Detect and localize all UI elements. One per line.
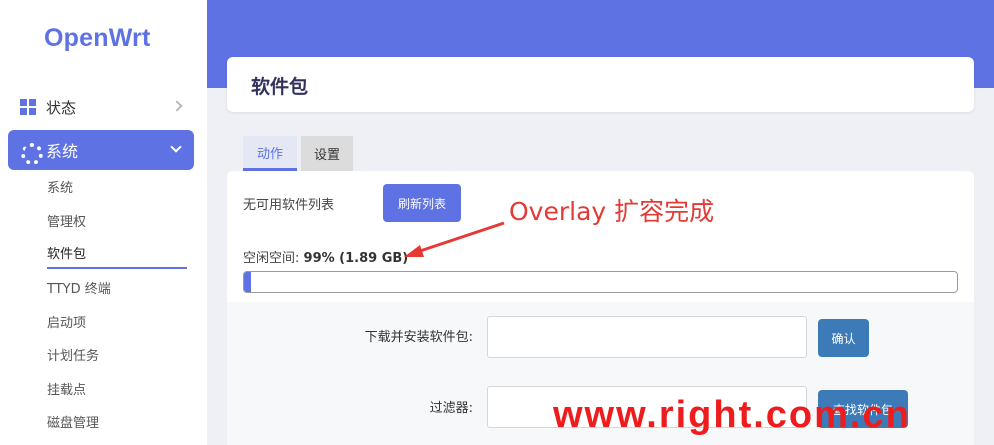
gear-icon [20,142,43,165]
chevron-down-icon [170,141,182,153]
menu-item-system-label: 系统 [46,142,79,161]
menu-item-status-label: 状态 [46,98,77,117]
free-space-text: 空闲空间: 99% (1.89 GB) [243,247,408,266]
submenu-item-startup[interactable]: 启动项 [47,304,187,338]
sidebar: OpenWrt 状态 系统 系统 管理权 软件包 TTYD 终端 启动项 计划任… [0,0,207,445]
system-submenu: 系统 管理权 软件包 TTYD 终端 启动项 计划任务 挂载点 磁盘管理 [47,170,187,439]
chevron-right-icon [171,100,183,112]
disk-usage-bar [243,271,958,293]
dashboard-icon [20,99,36,115]
install-package-label: 下载并安装软件包: [364,330,473,345]
no-package-list-text: 无可用软件列表 [243,198,335,213]
page-title-card: 软件包 [227,57,974,112]
annotation-arrow-icon [404,221,505,257]
menu-item-system[interactable]: 系统 [8,130,194,170]
submenu-item-mountpoints[interactable]: 挂载点 [47,372,187,406]
tab-settings[interactable]: 设置 [301,136,353,171]
page-title: 软件包 [251,76,309,98]
openwrt-logo[interactable]: OpenWrt [44,24,151,53]
free-space-label: 空闲空间: [243,251,300,266]
menu-item-status[interactable]: 状态 [0,90,207,124]
submenu-item-system[interactable]: 系统 [47,170,187,204]
disk-usage-fill [244,272,252,292]
install-package-input[interactable] [487,316,807,358]
watermark-text: www.right.com.cn [553,394,911,436]
annotation-text: Overlay 扩容完成 [509,197,715,226]
tab-actions[interactable]: 动作 [243,136,297,171]
submenu-item-admin[interactable]: 管理权 [47,204,187,238]
submenu-item-crontab[interactable]: 计划任务 [47,338,187,372]
filter-label: 过滤器: [429,401,473,416]
confirm-button[interactable]: 确认 [818,319,869,357]
submenu-item-disk[interactable]: 磁盘管理 [47,405,187,439]
submenu-item-ttyd[interactable]: TTYD 终端 [47,271,187,305]
free-space-value: 99% (1.89 GB) [303,251,409,266]
refresh-list-button[interactable]: 刷新列表 [383,184,461,222]
submenu-item-software[interactable]: 软件包 [47,237,187,270]
